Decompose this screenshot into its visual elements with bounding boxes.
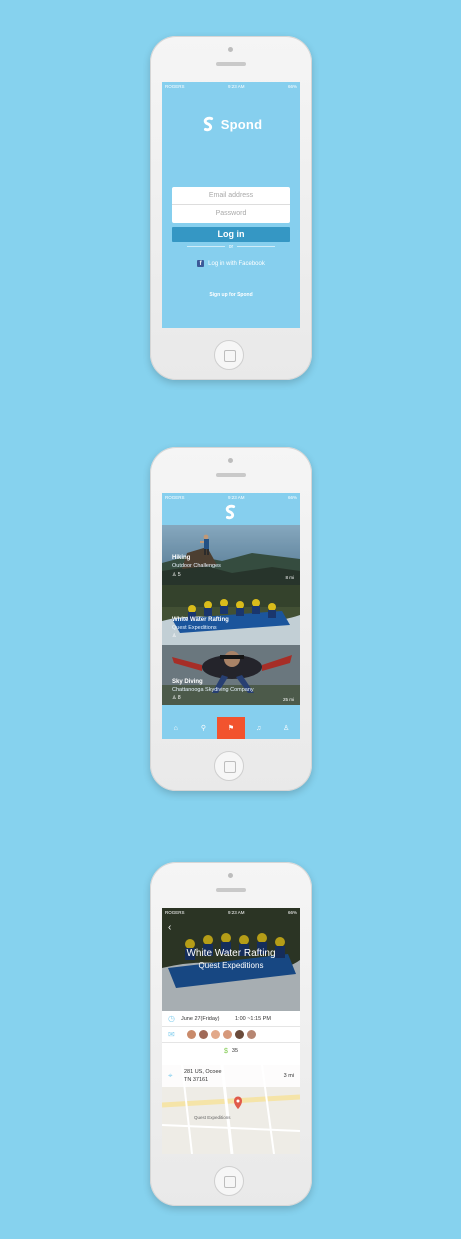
card-attendees: ♙ 8 xyxy=(172,695,181,701)
activity-icon: ⚑ xyxy=(227,725,235,732)
phone-login: ROGERS 9:23 AM 66% Spond Email address P… xyxy=(150,36,312,380)
address-line-1: 281 US, Ocoee xyxy=(184,1069,222,1075)
location-pin-icon: ⌖ xyxy=(168,1071,173,1080)
home-button[interactable] xyxy=(214,1166,244,1196)
speaker xyxy=(216,473,246,477)
home-icon: ⌂ xyxy=(173,724,178,732)
detail-hero: ROGERS 9:23 AM 66% ‹ White Water Rafting… xyxy=(162,908,300,1011)
activity-card-skydiving[interactable]: Sky Diving Chattanooga Skydiving Company… xyxy=(162,645,300,705)
skydiving-photo xyxy=(162,645,300,705)
attendees-row[interactable]: ✉ xyxy=(162,1027,300,1043)
search-icon: ⚲ xyxy=(200,725,206,732)
avatar[interactable] xyxy=(222,1030,232,1039)
person-icon: ♙ xyxy=(172,572,177,578)
signup-link[interactable]: Sign up for Spond xyxy=(162,292,300,298)
chat-icon: ✉ xyxy=(168,1030,175,1039)
speaker xyxy=(216,888,246,892)
tab-search[interactable]: ⚲ xyxy=(190,717,218,739)
speaker xyxy=(216,62,246,66)
event-date-row: ◷ June 27(Friday) 1:00 ~1:15 PM xyxy=(162,1011,300,1027)
clock: 9:23 AM xyxy=(227,909,245,915)
card-subtitle: Quest Expeditions xyxy=(172,625,217,631)
event-time: 1:00 ~1:15 PM xyxy=(234,1015,271,1022)
or-divider: or xyxy=(162,244,300,250)
bell-icon: ♫ xyxy=(255,724,262,732)
status-bar: ROGERS 9:23 AM 66% xyxy=(162,82,300,90)
tab-bar: ⌂ ⚲ ⚑ ♫ ♙ xyxy=(162,717,300,739)
tab-profile[interactable]: ♙ xyxy=(272,717,300,739)
facebook-icon: f xyxy=(197,260,205,267)
activity-card-rafting[interactable]: White Water Rafting Quest Expeditions ♙ xyxy=(162,585,300,645)
card-title: Hiking xyxy=(172,555,191,561)
carrier: ROGERS xyxy=(165,494,185,500)
facebook-login-label: Log in with Facebook xyxy=(208,260,265,267)
clock-icon: ◷ xyxy=(168,1014,175,1023)
tab-activity[interactable]: ⚑ xyxy=(217,717,245,739)
feed-screen: ROGERS 9:23 AM 66% Hiking Outdoor Challe… xyxy=(162,493,300,739)
card-title: White Water Rafting xyxy=(172,617,229,623)
avatar[interactable] xyxy=(246,1030,256,1039)
app-name: Spond xyxy=(220,116,263,132)
avatar[interactable] xyxy=(198,1030,208,1039)
person-icon: ♙ xyxy=(172,695,177,701)
app-logo: Spond xyxy=(162,115,300,133)
avatar[interactable] xyxy=(186,1030,196,1039)
event-organizer: Quest Expeditions xyxy=(198,961,264,970)
tab-home[interactable]: ⌂ xyxy=(162,717,190,739)
dollar-icon: $ xyxy=(223,1047,228,1055)
battery: 66% xyxy=(287,909,297,915)
home-button[interactable] xyxy=(214,340,244,370)
event-title: White Water Rafting xyxy=(186,948,276,959)
attendee-count: 5 xyxy=(177,572,181,578)
rafting-photo xyxy=(162,908,300,1011)
profile-icon: ♙ xyxy=(283,725,290,732)
event-date: June 27(Friday) xyxy=(180,1015,220,1022)
attendee-count: 8 xyxy=(177,695,181,701)
spond-logo-icon xyxy=(225,504,236,520)
back-arrow-icon[interactable]: ‹ xyxy=(168,922,171,933)
tab-notifications[interactable]: ♫ xyxy=(245,717,273,739)
address-distance: 3 mi xyxy=(283,1073,294,1079)
activity-card-hiking[interactable]: Hiking Outdoor Challenges ♙ 5 8 mi xyxy=(162,525,300,585)
address-line-2: TN 37161 xyxy=(184,1077,209,1083)
phone-feed: ROGERS 9:23 AM 66% Hiking Outdoor Challe… xyxy=(150,447,312,791)
email-field[interactable]: Email address xyxy=(172,187,290,205)
card-attendees: ♙ xyxy=(172,633,176,639)
carrier: ROGERS xyxy=(165,83,185,89)
camera xyxy=(228,873,233,878)
carrier: ROGERS xyxy=(165,909,185,915)
card-subtitle: Outdoor Challenges xyxy=(172,563,221,569)
status-bar: ROGERS 9:23 AM 66% xyxy=(162,493,300,501)
facebook-login-button[interactable]: f Log in with Facebook xyxy=(162,260,300,267)
card-title: Sky Diving xyxy=(172,679,203,685)
login-screen: ROGERS 9:23 AM 66% Spond Email address P… xyxy=(162,82,300,328)
clock: 9:23 AM xyxy=(227,494,245,500)
home-button[interactable] xyxy=(214,751,244,781)
feed-header: ROGERS 9:23 AM 66% xyxy=(162,493,300,525)
camera xyxy=(228,47,233,52)
card-subtitle: Chattanooga Skydiving Company xyxy=(172,687,254,693)
detail-screen: ROGERS 9:23 AM 66% ‹ White Water Rafting… xyxy=(162,908,300,1154)
battery: 66% xyxy=(287,83,297,89)
event-price: 35 xyxy=(231,1048,239,1054)
price-row: $ 35 xyxy=(162,1043,300,1059)
card-distance: 8 mi xyxy=(285,575,294,580)
clock: 9:23 AM xyxy=(227,83,245,89)
avatar[interactable] xyxy=(234,1030,244,1039)
login-button[interactable]: Log in xyxy=(172,227,290,242)
battery: 66% xyxy=(287,494,297,500)
person-icon: ♙ xyxy=(172,633,177,639)
rafting-photo xyxy=(162,585,300,645)
map-place-label: Quest Expeditions xyxy=(194,1115,231,1120)
spond-logo-icon xyxy=(203,116,213,132)
card-distance: 25 mi xyxy=(282,697,294,702)
avatar[interactable] xyxy=(210,1030,220,1039)
password-field[interactable]: Password xyxy=(172,205,290,223)
address-bar: ⌖ 281 US, Ocoee TN 37161 3 mi xyxy=(162,1065,300,1087)
status-bar: ROGERS 9:23 AM 66% xyxy=(162,908,300,916)
card-attendees: ♙ 5 xyxy=(172,572,181,578)
phone-detail: ROGERS 9:23 AM 66% ‹ White Water Rafting… xyxy=(150,862,312,1206)
camera xyxy=(228,458,233,463)
